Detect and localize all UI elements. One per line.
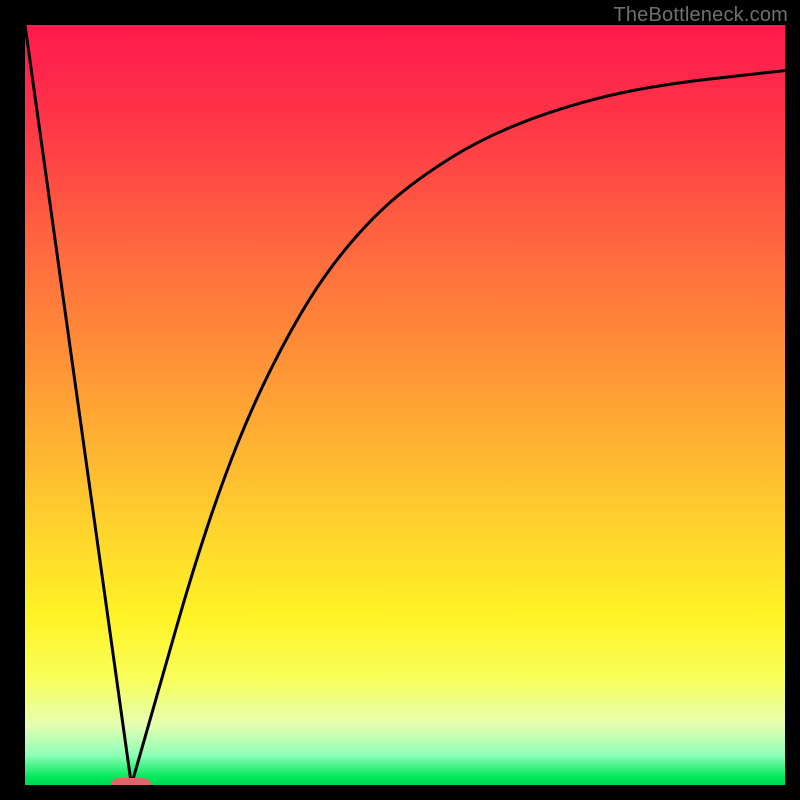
- curve-left-branch: [25, 25, 131, 785]
- plot-area: [25, 25, 785, 785]
- chart-container: TheBottleneck.com: [0, 0, 800, 800]
- optimal-point-marker: [111, 778, 151, 785]
- curve-right-branch: [131, 71, 785, 785]
- bottleneck-curve: [25, 25, 785, 785]
- watermark-text: TheBottleneck.com: [613, 4, 788, 27]
